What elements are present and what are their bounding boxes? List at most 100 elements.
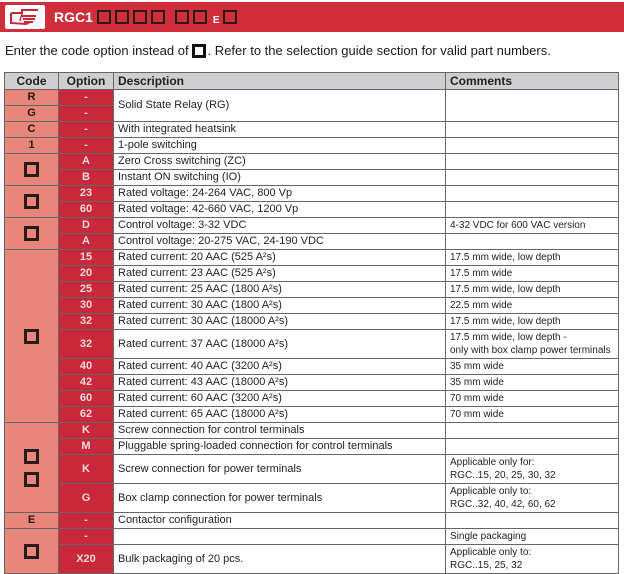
code-e-letter: E <box>212 14 220 26</box>
comments-cell: Applicable only to: RGC..15, 25, 32 <box>445 544 619 574</box>
table-row: K Screw connection for control terminals <box>4 422 619 513</box>
option-cell: A <box>58 233 114 250</box>
comments-cell: 22.5 mm wide <box>445 297 619 314</box>
description-cell: Rated current: 43 AAC (18000 A²s) <box>113 374 446 391</box>
option-cell: K <box>58 454 114 484</box>
header-description: Description <box>113 72 446 90</box>
description-cell <box>113 528 446 545</box>
code-slot-2 <box>114 10 129 24</box>
description-cell: Screw connection for control terminals <box>113 422 446 439</box>
code-cell <box>4 528 59 574</box>
table-row: 20 Rated current: 23 AAC (525 A²s) 17.5 … <box>5 265 619 282</box>
code-slot-6 <box>192 10 207 24</box>
description-cell: Rated current: 20 AAC (525 A²s) <box>113 249 446 266</box>
code-cell: R <box>4 89 59 106</box>
header-comments: Comments <box>445 72 619 90</box>
table-row: R - Solid State Relay (RG) <box>4 89 619 122</box>
comments-line-1: Applicable only to: <box>450 547 532 558</box>
comments-cell: 35 mm wide <box>445 358 619 375</box>
option-cell: - <box>58 121 114 138</box>
comments-cell: 70 mm wide <box>445 390 619 407</box>
instruction-text: Enter the code option instead of . Refer… <box>5 43 551 58</box>
table-row: 1 - 1-pole switching <box>4 137 619 154</box>
option-cell: M <box>58 438 114 455</box>
option-box-icon <box>24 194 39 209</box>
description-cell: Rated voltage: 42-660 VAC, 1200 Vp <box>113 201 446 218</box>
part-code-prefix: RGC1 <box>54 9 93 25</box>
option-cell: A <box>58 153 114 170</box>
description-cell: 1-pole switching <box>113 137 446 154</box>
option-cell: D <box>58 217 114 234</box>
description-cell: Rated current: 23 AAC (525 A²s) <box>113 265 446 282</box>
table-row: 40 Rated current: 40 AAC (3200 A²s) 35 m… <box>5 358 619 375</box>
comments-line-2: RGC..15, 25, 32 <box>450 560 523 571</box>
comments-cell: 17.5 mm wide, low depth - only with box c… <box>445 329 619 359</box>
option-cell: 25 <box>58 281 114 298</box>
option-cell: 60 <box>58 390 114 407</box>
table-row: A Control voltage: 20-275 VAC, 24-190 VD… <box>5 233 619 250</box>
table-row: 60 Rated current: 60 AAC (3200 A²s) 70 m… <box>5 390 619 407</box>
comments-cell: Applicable only for: RGC..15, 20, 25, 30,… <box>445 454 619 484</box>
option-cell: 20 <box>58 265 114 282</box>
comments-cell: 35 mm wide <box>445 374 619 391</box>
table-row: G Box clamp connection for power termina… <box>5 483 619 513</box>
comments-cell <box>445 233 619 250</box>
option-cell: B <box>58 169 114 186</box>
comments-cell <box>445 422 619 439</box>
table-header-row: Code Option Description Comments <box>4 72 619 90</box>
comments-line-2: only with box clamp power terminals <box>450 345 611 356</box>
code-cell: 1 <box>4 137 59 154</box>
option-cell: 30 <box>58 297 114 314</box>
option-cell: 62 <box>58 406 114 423</box>
ordering-code-table: Code Option Description Comments R - Sol… <box>4 72 619 574</box>
pointing-hand-icon <box>5 5 45 29</box>
table-row: X20 Bulk packaging of 20 pcs. Applicable… <box>5 544 619 574</box>
description-cell: Bulk packaging of 20 pcs. <box>113 544 446 574</box>
description-cell: Control voltage: 20-275 VAC, 24-190 VDC <box>113 233 446 250</box>
comments-cell: 70 mm wide <box>445 406 619 423</box>
description-cell: Box clamp connection for power terminals <box>113 483 446 513</box>
table-row: 42 Rated current: 43 AAC (18000 A²s) 35 … <box>5 374 619 391</box>
option-box-icon <box>24 543 39 559</box>
instruction-after: . Refer to the selection guide section f… <box>207 43 551 58</box>
table-row: 60 Rated voltage: 42-660 VAC, 1200 Vp <box>5 201 619 218</box>
comments-cell: 4-32 VDC for 600 VAC version <box>445 217 619 234</box>
comments-cell <box>445 137 619 154</box>
table-row: A Zero Cross switching (ZC) <box>4 153 619 186</box>
table-row: - Single packaging <box>4 528 619 574</box>
code-cell: C <box>4 121 59 138</box>
description-cell: Pluggable spring-loaded connection for c… <box>113 438 446 455</box>
header-option: Option <box>58 72 114 90</box>
option-box-icon <box>24 162 39 177</box>
description-cell: Rated current: 40 AAC (3200 A²s) <box>113 358 446 375</box>
comments-cell <box>445 438 619 455</box>
code-cell <box>4 217 59 250</box>
option-box-icon <box>24 471 39 487</box>
table-row: C - With integrated heatsink <box>4 121 619 138</box>
table-row: 62 Rated current: 65 AAC (18000 A²s) 70 … <box>5 406 619 423</box>
code-cell <box>4 185 59 218</box>
comments-cell: 17.5 mm wide <box>445 265 619 282</box>
option-cell: - <box>58 89 114 106</box>
instruction-before: Enter the code option instead of <box>5 43 189 58</box>
table-row: 15 Rated current: 20 AAC (525 A²s) 17.5 … <box>4 249 619 423</box>
description-cell: Rated current: 65 AAC (18000 A²s) <box>113 406 446 423</box>
table-row: 32 Rated current: 37 AAC (18000 A²s) 17.… <box>5 329 619 359</box>
description-cell: Solid State Relay (RG) <box>113 89 446 122</box>
code-cell <box>4 422 59 513</box>
description-cell: Instant ON switching (IO) <box>113 169 446 186</box>
code-slot-1 <box>96 10 111 24</box>
comments-cell: Single packaging <box>445 528 619 545</box>
option-cell: 15 <box>58 249 114 266</box>
comments-cell <box>445 512 619 529</box>
option-box-icon <box>24 226 39 241</box>
comments-cell <box>445 89 619 122</box>
description-cell: With integrated heatsink <box>113 121 446 138</box>
option-cell: 42 <box>58 374 114 391</box>
option-cell: K <box>58 422 114 439</box>
comments-line-1: Applicable only to: <box>450 486 532 497</box>
comments-cell: 17.5 mm wide, low depth <box>445 313 619 330</box>
comments-line-1: 17.5 mm wide, low depth - <box>450 332 567 343</box>
option-box-icon <box>191 43 206 58</box>
code-cell: E <box>4 512 59 529</box>
